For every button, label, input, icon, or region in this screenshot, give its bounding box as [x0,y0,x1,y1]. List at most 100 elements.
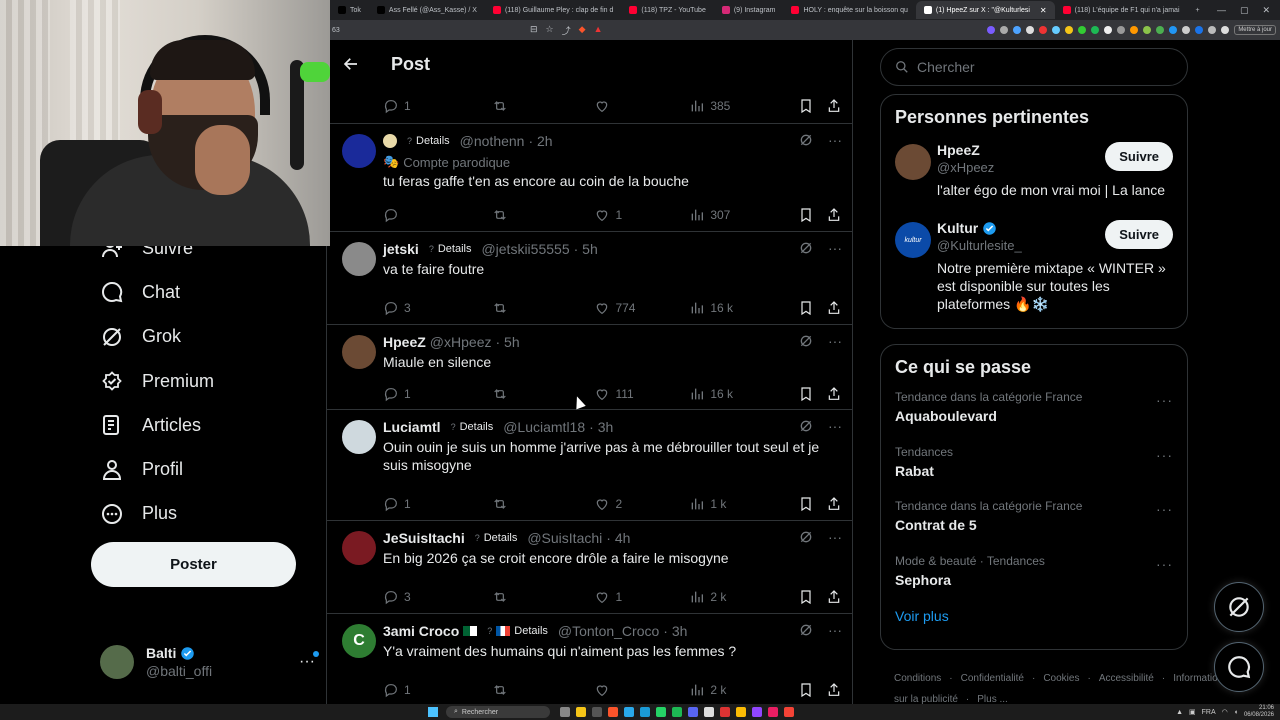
follow-button[interactable]: Suivre [1105,220,1173,249]
bookmark-button[interactable] [798,300,814,316]
steam-icon[interactable] [704,707,714,717]
extension-icon[interactable] [1000,26,1009,34]
views-button[interactable]: 2 k [689,682,798,698]
browser-tab[interactable]: (9) Instagram [714,1,784,19]
bookmark-button[interactable] [798,207,814,223]
reply-tweet[interactable]: jetski ? Details @jetskii55555 · 5h ··· v… [327,232,852,325]
close-icon[interactable]: ✕ [1262,5,1270,16]
like-button[interactable]: 111 [594,386,689,402]
reply-button[interactable] [383,207,492,223]
details-badge[interactable]: ? Details [469,530,524,546]
search-box[interactable] [880,48,1188,86]
maximize-icon[interactable]: ▢ [1240,5,1249,16]
tweet-time[interactable]: · 4h [606,530,630,546]
back-button[interactable] [328,55,374,73]
app-icon[interactable] [768,707,778,717]
sidebar-item-articles[interactable]: Articles [100,403,330,447]
more-icon[interactable]: ··· [828,622,842,638]
grok-fab[interactable] [1214,582,1264,632]
views-button[interactable]: 2 k [689,589,798,605]
grok-icon[interactable] [798,529,814,545]
person-suggestion[interactable]: kultur Kultur @Kulturlesite_ Notre premi… [881,214,1187,321]
telegram-icon[interactable] [624,707,634,717]
language-indicator[interactable]: FRA [1202,709,1216,716]
trend-item[interactable]: Tendance dans la catégorie France Aquabo… [881,386,1187,441]
explorer-icon[interactable] [576,707,586,717]
more-icon[interactable]: ··· [828,132,842,148]
views-button[interactable]: 1 k [689,496,798,512]
person-suggestion[interactable]: HpeeZ @xHpeez l'alter égo de mon vrai mo… [881,136,1187,214]
extension-icon[interactable] [987,26,996,34]
share-button[interactable] [826,207,842,223]
author-handle[interactable]: @Tonton_Croco [558,623,659,639]
share-button[interactable] [826,682,842,698]
details-badge[interactable]: ? Details [445,419,500,435]
footer-link[interactable]: Cookies [1043,673,1079,684]
tweet-time[interactable]: · 2h [528,133,552,149]
tweet-time[interactable]: · 3h [663,623,687,639]
more-icon[interactable]: ··· [828,333,842,349]
reply-button[interactable]: 3 [383,300,492,316]
avatar[interactable]: C [342,624,376,658]
tweet-time[interactable]: · 3h [589,419,613,435]
grok-icon[interactable] [798,418,814,434]
browser-tab[interactable]: Ass Fellé (@Ass_Kasse) / X [369,1,485,19]
more-icon[interactable]: ··· [828,529,842,545]
author-name[interactable]: 3ami Croco [383,623,459,639]
tray-icon[interactable]: ▣ [1189,708,1196,716]
like-button[interactable] [594,98,689,114]
update-button[interactable]: Mettre à jour [1234,25,1276,35]
share-button[interactable] [826,386,842,402]
browser-tab[interactable]: (118) TPZ - YouTube [621,1,713,19]
avatar[interactable] [342,420,376,454]
reply-tweet[interactable]: ? Details @nothenn · 2h ··· 🎭 Compte parod… [327,124,852,232]
volume-icon[interactable]: ◖ [1234,709,1238,716]
extension-icon[interactable] [1091,26,1100,34]
chrome-icon[interactable] [736,707,746,717]
avatar[interactable] [895,144,931,180]
extension-icon[interactable] [1208,26,1217,34]
repost-button[interactable] [492,300,595,316]
browser-tab[interactable]: HOLY : enquête sur la boisson qu [783,1,915,19]
reply-button[interactable]: 1 [383,98,492,114]
extension-icon[interactable] [1195,26,1204,34]
extension-icon[interactable] [1156,26,1165,34]
spotify-icon[interactable] [672,707,682,717]
browser-tab[interactable]: (1) HpeeZ sur X : "@Kulturlesi ✕ [915,1,1055,19]
new-tab-button[interactable]: + [1188,1,1208,19]
star-icon[interactable]: ☆ [546,24,554,37]
grok-icon[interactable] [798,240,814,256]
views-button[interactable]: 385 [689,98,798,114]
app-icon[interactable] [784,707,794,717]
reply-button[interactable]: 1 [383,386,492,402]
chat-fab[interactable] [1214,642,1264,692]
extension-icon[interactable] [1117,26,1126,34]
repost-button[interactable] [492,682,595,698]
share-button[interactable] [826,496,842,512]
author-name[interactable]: jetski [383,241,419,257]
like-button[interactable]: 2 [594,496,689,512]
like-button[interactable]: 1 [594,589,689,605]
windows-start-icon[interactable] [428,707,438,717]
extension-icon[interactable] [1143,26,1152,34]
minimize-icon[interactable]: — [1217,5,1226,16]
address-fragment[interactable]: 63 [330,27,530,34]
extension-icon[interactable] [1169,26,1178,34]
footer-link[interactable]: Conditions [894,673,941,684]
repost-button[interactable] [492,589,595,605]
extension-icon[interactable] [1221,26,1230,34]
details-badge[interactable]: ? Details [481,623,554,639]
person-name[interactable]: Kultur [937,220,978,236]
share-icon[interactable]: ⤴ [562,24,571,37]
author-name[interactable]: Luciamtl [383,419,441,435]
tweet-time[interactable]: · 5h [574,241,598,257]
avatar[interactable] [342,335,376,369]
zoom-icon[interactable]: ⊟ [530,24,538,37]
extension-icon[interactable] [1104,26,1113,34]
more-icon[interactable]: ··· [1156,501,1173,517]
author-name[interactable]: HpeeZ [383,334,426,350]
extension-icon[interactable] [1065,26,1074,34]
account-switcher[interactable]: Balti @balti_offi ··· [100,642,319,682]
show-more-link[interactable]: Voir plus [881,604,1187,638]
author-handle[interactable]: @nothenn [460,133,525,149]
